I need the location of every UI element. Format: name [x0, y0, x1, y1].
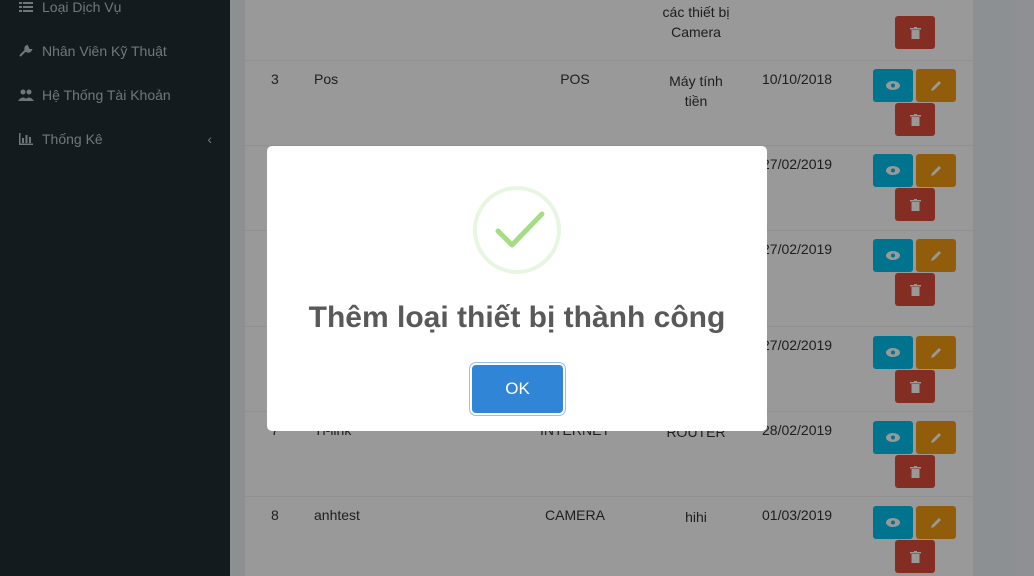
- ok-button[interactable]: OK: [472, 365, 563, 413]
- success-check-icon: [473, 186, 561, 274]
- dialog-title: Thêm loại thiết bị thành công: [308, 301, 726, 334]
- success-dialog: Thêm loại thiết bị thành công OK: [267, 146, 767, 431]
